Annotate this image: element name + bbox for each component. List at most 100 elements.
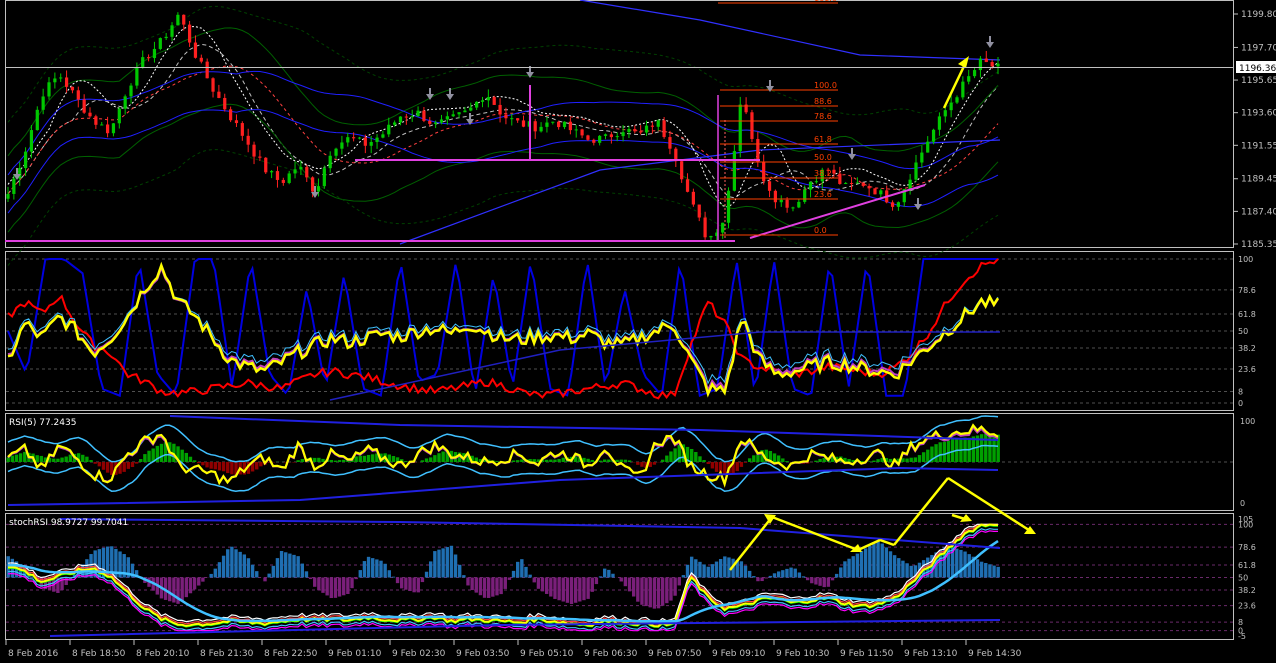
stoch-histogram-bar [304, 571, 309, 578]
candle-body [598, 135, 602, 143]
rsi-histogram-bar [134, 462, 139, 464]
stoch-histogram-bar [627, 577, 632, 592]
candle-body [170, 25, 174, 37]
stoch-histogram-bar [834, 573, 839, 578]
candle-body [369, 142, 373, 146]
rsi-histogram-bar [888, 458, 893, 462]
stoch-histogram-bar [491, 577, 495, 597]
rsi-histogram-bar [292, 462, 296, 463]
candle-body [861, 182, 865, 186]
candle-body [205, 61, 209, 79]
stoch-histogram-bar [636, 577, 640, 602]
candle-body [767, 181, 772, 191]
fib-label: 161.8 [814, 0, 837, 3]
stoch-histogram-bar [868, 545, 872, 578]
rsi-label: RSI(5) 77.2435 [9, 418, 76, 428]
rsi-upper-envelope-line [169, 415, 999, 441]
stoch-histogram-bar [979, 561, 984, 578]
candle-body [908, 179, 912, 190]
candle-body [926, 141, 930, 153]
candle-body [234, 120, 239, 124]
stoch-histogram-bar [383, 563, 387, 578]
time-tick-label: 8 Feb 2016 [8, 649, 59, 659]
stoch-histogram-bar [540, 577, 545, 592]
candle-body [346, 137, 350, 143]
stoch-histogram-bar [839, 567, 843, 578]
candle-body [305, 167, 309, 178]
candle-body [246, 135, 250, 145]
rsi-histogram-bar [441, 451, 445, 462]
candle-body [990, 62, 994, 67]
stoch-histogram-bar [184, 577, 189, 598]
rsi-histogram-bar [39, 455, 44, 462]
rsi-histogram-bar [18, 453, 23, 462]
candle-body [41, 96, 45, 110]
candle-body [311, 177, 315, 192]
rsi-histogram-bar [781, 458, 785, 462]
candle-body [12, 178, 16, 194]
candle-body [135, 67, 139, 86]
rsi-histogram-bar [714, 462, 719, 472]
stoch-histogram-bar [449, 545, 454, 578]
stoch-histogram-bar [532, 577, 536, 583]
candle-body [633, 129, 637, 132]
stoch-histogram-bar [561, 577, 565, 602]
rsi-histogram-bar [913, 457, 918, 462]
stoch-histogram-bar [772, 573, 777, 578]
rsi-histogram-bar [313, 457, 317, 462]
candle-body [35, 109, 39, 131]
candle-body [627, 129, 631, 133]
stoch-histogram-bar [897, 558, 901, 578]
stoch-histogram-bar [371, 558, 375, 578]
rsi-histogram-bar [818, 458, 822, 462]
stoch-histogram-bar [89, 554, 93, 578]
time-tick-label: 9 Feb 02:30 [392, 649, 446, 659]
rsi-histogram-bar [180, 449, 184, 462]
fractal-arrow-icon [986, 36, 994, 48]
fib-label: 78.6 [814, 112, 832, 121]
stoch-histogram-bar [569, 577, 574, 605]
rsi-histogram-bar [60, 457, 64, 462]
stoch-histogram-bar [988, 564, 992, 578]
rsi-histogram-bar [205, 462, 209, 468]
candle-body [88, 112, 92, 117]
candle-body [187, 24, 192, 43]
stoch-histogram-bar [453, 554, 458, 578]
stoch-histogram-bar [855, 553, 860, 578]
up-arrow-head-icon [958, 56, 969, 68]
rsi-histogram-bar [909, 457, 913, 462]
stoch-histogram-bar [863, 548, 868, 578]
candle-body [334, 148, 338, 156]
rsi-histogram-bar [934, 444, 938, 462]
stoch-histogram-bar [665, 577, 669, 604]
osc-tick-label: 23.6 [1238, 365, 1256, 374]
stoch-histogram-bar [279, 550, 284, 578]
candle-body [773, 190, 778, 203]
stoch-histogram-bar [404, 577, 408, 590]
candle-body [398, 116, 403, 123]
rsi-histogram-bar [333, 460, 338, 462]
rsi-histogram-bar [201, 462, 205, 466]
stoch-histogram-bar [826, 577, 831, 587]
rsi-histogram-bar [814, 460, 818, 462]
stoch-histogram-bar [221, 555, 226, 578]
stoch-histogram-bar [416, 577, 420, 593]
rsi-histogram-bar [159, 443, 164, 462]
time-tick-label: 9 Feb 05:10 [520, 649, 574, 659]
trading-chart[interactable]: 161.8 100.0 88.6 78.6 61.8 50.0 38.2 23.6 0.0 11… [0, 0, 1276, 663]
rsi-histogram-bar [101, 462, 106, 470]
rsi-histogram-bar [772, 453, 777, 462]
stoch-histogram-bar [880, 543, 884, 578]
stoch-histogram-bar [702, 564, 706, 578]
candle-body [656, 120, 660, 127]
time-tick-label: 9 Feb 14:30 [968, 649, 1022, 659]
rsi-histogram-bar [329, 459, 333, 462]
candle-body [100, 124, 104, 126]
stoch-tick-label: -5 [1238, 632, 1246, 641]
candle-body [791, 207, 795, 209]
stoch-histogram-bar [250, 564, 255, 578]
rsi-histogram-bar [226, 462, 230, 474]
rsi-histogram-bar [590, 459, 594, 462]
candle-body [269, 171, 274, 173]
candle-body [691, 191, 695, 205]
